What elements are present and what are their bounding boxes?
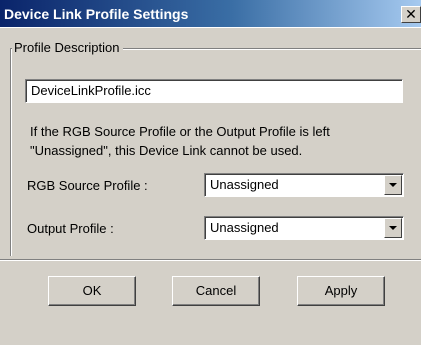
ok-button[interactable]: OK xyxy=(48,276,136,306)
cancel-button[interactable]: Cancel xyxy=(172,276,260,306)
rgb-source-profile-value: Unassigned xyxy=(210,177,279,192)
profile-description-input[interactable]: DeviceLinkProfile.icc xyxy=(25,79,403,103)
rgb-source-profile-label: RGB Source Profile : xyxy=(27,178,148,193)
close-icon[interactable]: ✕ xyxy=(401,6,421,23)
dialog-title: Device Link Profile Settings xyxy=(4,6,189,22)
rgb-source-profile-select[interactable]: Unassigned xyxy=(204,173,404,197)
output-profile-label: Output Profile : xyxy=(27,221,114,236)
profile-description-legend: Profile Description xyxy=(12,40,123,55)
button-bar-separator xyxy=(0,259,421,261)
unassigned-warning-text: If the RGB Source Profile or the Output … xyxy=(30,124,330,158)
title-bar: Device Link Profile Settings ✕ xyxy=(0,0,421,28)
chevron-down-icon[interactable] xyxy=(384,218,402,238)
output-profile-value: Unassigned xyxy=(210,220,279,235)
device-link-dialog: Device Link Profile Settings ✕ Profile D… xyxy=(0,0,421,345)
chevron-down-icon[interactable] xyxy=(384,175,402,195)
output-profile-select[interactable]: Unassigned xyxy=(204,216,404,240)
apply-button[interactable]: Apply xyxy=(297,276,385,306)
